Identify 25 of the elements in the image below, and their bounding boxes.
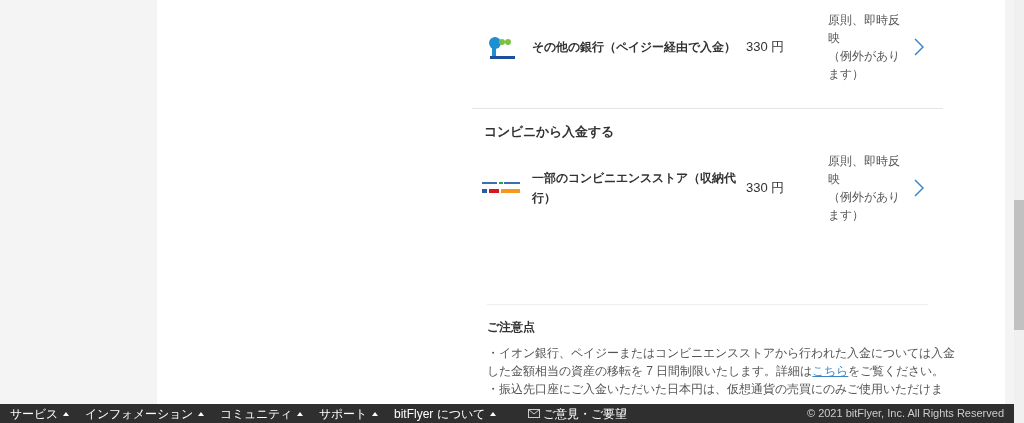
reflection-time: 原則、即時反映: [828, 153, 900, 187]
fee: 330 円: [746, 178, 786, 197]
convenience-store-logos: [482, 180, 522, 195]
details-link[interactable]: こちら: [812, 363, 849, 378]
footer-menu[interactable]: サービス: [10, 404, 69, 423]
chevron-right-icon[interactable]: [914, 38, 924, 56]
section-heading: コンビニから入金する: [483, 123, 615, 141]
feedback-link[interactable]: ご意見・ご要望: [542, 404, 627, 423]
chevron-right-icon[interactable]: [914, 178, 924, 197]
note-text: ・イオン銀行、ペイジーまたはコンビニエンスストアから行われた入金については入金した金額相当の資産の移転を 7 日間制限いたします。詳細はこちら をご覧ください。: [487, 344, 956, 380]
reflection-time: 原則、即時反映: [828, 13, 900, 46]
reflection-time: （例外があります）: [828, 49, 900, 82]
footer-menu[interactable]: コミュニティ: [220, 404, 303, 423]
footer-menu[interactable]: インフォメーション: [85, 404, 204, 423]
method-name: 一部のコンビニエンスストア（収納代行）: [532, 169, 737, 207]
copyright: © 2021 bitFlyer, Inc. All Rights Reserved: [806, 406, 1004, 422]
note-text: ・振込先口座にご入金いただいた日本円は、仮想通貨の売買にのみご使用いただけま: [487, 380, 944, 398]
reflection-time: （例外があります）: [828, 189, 900, 223]
method-name: その他の銀行（ペイジー経由で入金）: [532, 39, 737, 56]
notes-title: ご注意点: [487, 318, 536, 336]
envelope-icon: [527, 409, 540, 418]
scrollbar[interactable]: [1014, 0, 1024, 423]
footer-menu[interactable]: bitFlyer について: [394, 404, 496, 423]
fee: 330 円: [746, 38, 786, 57]
footer-menu[interactable]: サポート: [319, 404, 378, 423]
